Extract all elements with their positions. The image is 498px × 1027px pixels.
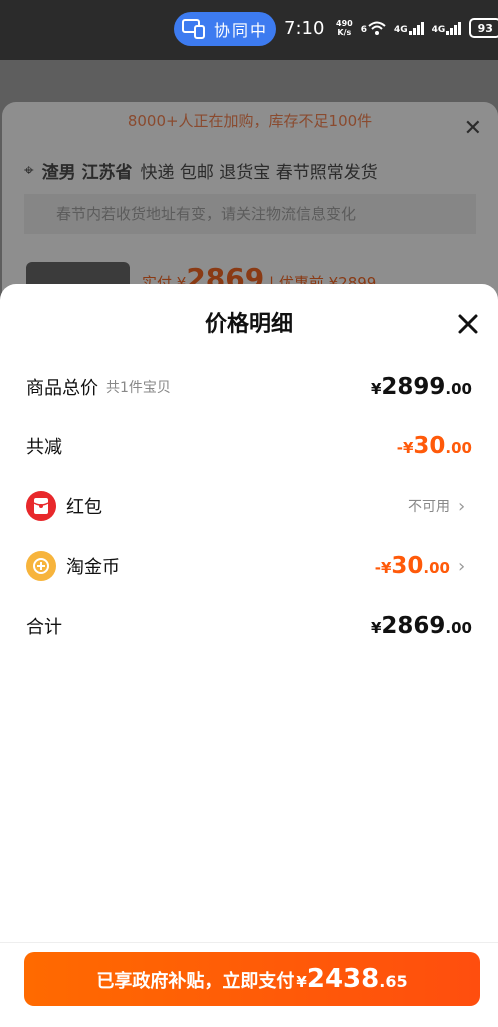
- net-speed: 490 K/s: [336, 19, 353, 37]
- multi-screen-icon: [182, 19, 205, 39]
- wifi-icon: 6: [361, 21, 386, 35]
- coin-icon: [26, 551, 56, 581]
- item-count: 共1件宝贝: [106, 380, 171, 396]
- close-icon: ✕: [463, 116, 482, 141]
- collab-label: 协同中: [214, 21, 269, 40]
- status-icons: 490 K/s 6 4G 4G 93: [336, 18, 498, 38]
- signal-icon-sim1: 4G: [394, 21, 424, 35]
- background-order-card: 8000+人正在加购，库存不足100件 ✕ ⌖ 渣男 江苏省 快递 包邮 退货宝…: [2, 102, 498, 302]
- signal-icon-sim2: 4G: [432, 21, 462, 35]
- divider: [0, 942, 498, 943]
- row-goods-total: 商品总价 共1件宝贝 ¥2899.00: [26, 372, 472, 402]
- chevron-right-icon: ›: [458, 495, 466, 517]
- collab-pill[interactable]: 协同中: [174, 12, 276, 46]
- sheet-title: 价格明细: [204, 312, 293, 337]
- price-detail-sheet: 价格明细 商品总价 共1件宝贝 ¥2899.00 共减 -¥ 30.00 红包 不…: [0, 284, 498, 1027]
- row-taobao-coin[interactable]: 淘金币 -¥ 30.00 ›: [26, 551, 472, 581]
- stock-banner: 8000+人正在加购，库存不足100件: [127, 112, 373, 130]
- row-grand-total: 合计 ¥2869.00: [26, 611, 472, 641]
- grand-total-value: ¥2869.00: [370, 613, 472, 639]
- clock: 7:10: [284, 18, 325, 39]
- address-note: 春节内若收货地址有变，请关注物流信息变化: [24, 194, 476, 234]
- coin-discount-value: -¥ 30.00: [374, 553, 450, 579]
- row-total-reduction: 共减 -¥ 30.00: [26, 431, 472, 461]
- row-label: 红包: [66, 497, 102, 518]
- unavailable-text: 不可用: [408, 499, 450, 515]
- location-icon: ⌖: [24, 160, 34, 181]
- address-name: 渣男 江苏省: [41, 163, 133, 183]
- row-label: 商品总价: [26, 378, 98, 399]
- battery-icon: 93: [469, 18, 498, 38]
- address-row: ⌖ 渣男 江苏省 快递 包邮 退货宝 春节照常发货: [24, 158, 378, 184]
- row-label: 淘金币: [66, 557, 120, 578]
- pay-now-button[interactable]: 已享政府补贴，立即支付 ¥ 2438 .65: [24, 952, 480, 1006]
- status-bar: 协同中 7:10 490 K/s 6 4G 4G 93: [0, 0, 498, 60]
- goods-total-value: ¥2899.00: [370, 374, 472, 400]
- close-icon[interactable]: [456, 312, 480, 336]
- reduction-value: -¥ 30.00: [396, 433, 472, 459]
- red-envelope-icon: [26, 491, 56, 521]
- address-tags: 快递 包邮 退货宝 春节照常发货: [140, 163, 378, 183]
- row-red-packet[interactable]: 红包 不可用 ›: [26, 491, 472, 521]
- row-label: 共减: [26, 437, 62, 458]
- row-label: 合计: [26, 617, 62, 638]
- chevron-right-icon: ›: [458, 555, 466, 577]
